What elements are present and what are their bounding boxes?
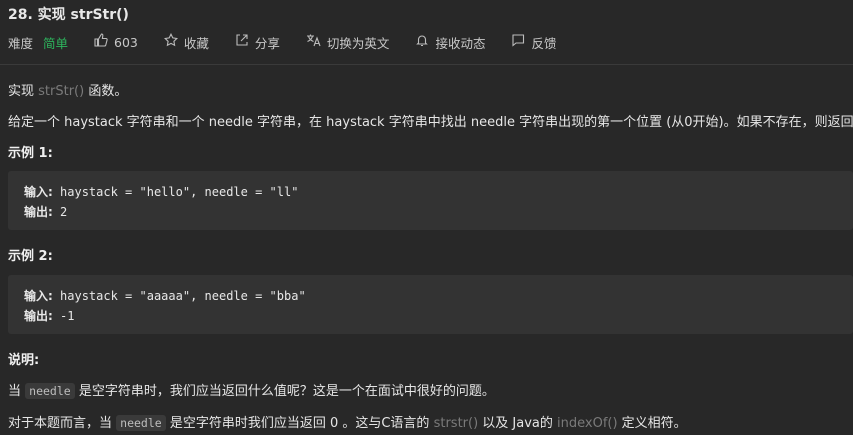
input-value: haystack = "hello", needle = "ll" — [52, 185, 299, 199]
output-value: 2 — [52, 205, 68, 219]
note-text: 是空字符串时我们应当返回 0 。这与C语言的 — [165, 416, 434, 431]
note-line-2: 对于本题而言，当 needle 是空字符串时我们应当返回 0 。这与C语言的 s… — [8, 412, 687, 431]
bell-icon — [415, 33, 429, 51]
like-count: 603 — [114, 34, 138, 50]
note-text: 是空字符串时，我们应当返回什么值呢？这是一个在面试中很好的问题。 — [74, 384, 495, 399]
favorite-button[interactable]: 收藏 — [163, 32, 209, 52]
note-line-1: 当 needle 是空字符串时，我们应当返回什么值呢？这是一个在面试中很好的问题… — [8, 380, 495, 399]
input-value: haystack = "aaaaa", needle = "bba" — [52, 289, 306, 303]
meta-bar: 难度 简单 603 收藏 分享 切换为英文 接收动态 反馈 — [8, 32, 582, 52]
desc-text: 实现 — [8, 84, 39, 99]
feedback-button[interactable]: 反馈 — [511, 33, 556, 52]
example-2-block: 输入: haystack = "aaaaa", needle = "bba" 输… — [8, 275, 853, 334]
example-2-title: 示例 2: — [8, 249, 53, 264]
share-icon — [235, 33, 249, 51]
description-line-1: 实现 strStr() 函数。 — [8, 80, 127, 99]
output-label: 输出: — [24, 205, 53, 219]
comment-icon — [511, 33, 525, 51]
divider — [0, 64, 853, 65]
difficulty: 难度 简单 — [8, 33, 68, 52]
translate-icon — [306, 33, 321, 51]
example-1-input: 输入: haystack = "hello", needle = "ll" — [24, 183, 298, 200]
example-1-block: 输入: haystack = "hello", needle = "ll" 输出… — [8, 171, 853, 230]
example-1-output: 输出: 2 — [24, 203, 67, 220]
feedback-label: 反馈 — [531, 35, 557, 51]
note-text: 对于本题而言，当 — [8, 416, 117, 431]
input-label: 输入: — [24, 289, 53, 303]
thumbs-up-icon — [94, 33, 108, 51]
strstr-code: strStr() — [38, 84, 85, 99]
difficulty-value: 简单 — [43, 35, 69, 51]
strstr-c-code: strstr() — [433, 416, 479, 431]
note-title: 说明: — [8, 353, 40, 368]
input-label: 输入: — [24, 185, 53, 199]
translate-label: 切换为英文 — [326, 35, 390, 51]
example-1-title: 示例 1: — [8, 146, 53, 161]
needle-code: needle — [25, 383, 75, 399]
output-label: 输出: — [24, 309, 53, 323]
share-label: 分享 — [254, 35, 280, 51]
desc-text: 函数。 — [84, 84, 128, 99]
desc-text: 给定一个 haystack 字符串和一个 needle 字符串，在 haysta… — [8, 115, 853, 130]
difficulty-label: 难度 — [8, 35, 34, 51]
star-icon — [163, 32, 178, 51]
example-2-input: 输入: haystack = "aaaaa", needle = "bba" — [24, 287, 306, 304]
output-value: -1 — [52, 309, 75, 323]
note-text: 定义相符。 — [617, 416, 687, 431]
notify-button[interactable]: 接收动态 — [415, 33, 485, 52]
needle-code: needle — [116, 415, 166, 431]
share-button[interactable]: 分享 — [235, 33, 280, 52]
problem-title: 28. 实现 strStr() — [8, 7, 129, 23]
note-text: 以及 Java的 — [478, 416, 558, 431]
example-2-output: 输出: -1 — [24, 307, 75, 324]
favorite-label: 收藏 — [183, 35, 209, 51]
like-button[interactable]: 603 — [94, 33, 138, 51]
note-text: 当 — [8, 384, 26, 399]
description-line-2: 给定一个 haystack 字符串和一个 needle 字符串，在 haysta… — [8, 111, 853, 130]
notify-label: 接收动态 — [435, 35, 486, 51]
translate-button[interactable]: 切换为英文 — [306, 33, 390, 52]
indexof-code: indexOf() — [557, 416, 618, 431]
problem-page: 28. 实现 strStr() 难度 简单 603 收藏 分享 切换为英文 接收… — [0, 0, 853, 435]
